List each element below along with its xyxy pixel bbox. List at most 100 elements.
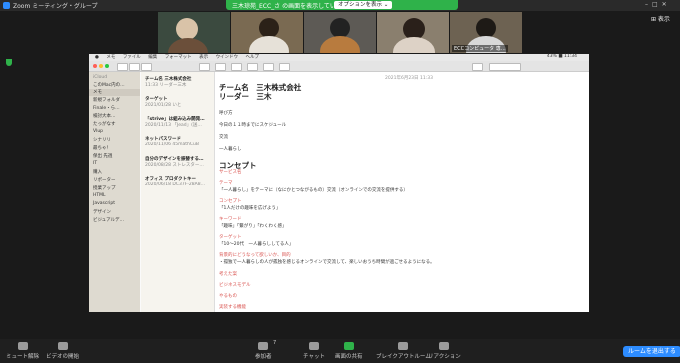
note-date: 2021/01/28 いと: [145, 103, 182, 108]
zoom-window-icon[interactable]: [105, 64, 109, 68]
new-note-icon[interactable]: [215, 63, 226, 71]
sidebar-item[interactable]: 新規フォルダ: [93, 97, 120, 103]
share-banner: 三木琼苑_ECC_さ の画面を表示しています オプションを表示 ⌄: [226, 0, 458, 10]
note-timestamp: 2021年6月23日 11:33: [385, 76, 433, 81]
menu-item[interactable]: ウインドウ: [216, 55, 239, 60]
reactions-button[interactable]: リアクション: [428, 342, 461, 360]
search-field[interactable]: [489, 63, 521, 71]
chat-icon: [308, 342, 319, 350]
sidebar-toggle-icon[interactable]: [117, 63, 128, 71]
note-heading: リーダー 三木: [219, 92, 272, 101]
participant-video[interactable]: [158, 12, 230, 53]
minimize-window-icon[interactable]: [99, 64, 103, 68]
menu-item[interactable]: ヘルプ: [246, 55, 260, 60]
participant-video[interactable]: ECCコンピュータ 専…: [450, 12, 522, 53]
sidebar-item[interactable]: HTML: [93, 193, 106, 198]
participants-label: 参加者: [255, 354, 272, 360]
shared-screen: ● メモ ファイル 編集 フォーマット 表示 ウインドウ ヘルプ 43% ■ 1…: [89, 54, 589, 312]
participant-body: [168, 38, 208, 53]
section-label: 実装する機能: [219, 305, 246, 310]
list-item[interactable]: 自分のデザインを振替する… 2020/08/28 ストレスター…: [145, 156, 213, 168]
breakout-rooms-icon: [398, 342, 409, 350]
menubar-status: 43% ■ 11:34: [546, 54, 577, 59]
sidebar-item[interactable]: Javascript: [93, 201, 115, 206]
section-label: サービス名: [219, 170, 242, 175]
note-line: 一人暮らし: [219, 147, 242, 152]
note-date: 2020/06/18 DC37F-28A8…: [145, 182, 206, 187]
video-label: ビデオの開始: [46, 354, 80, 360]
folder-sidebar: iCloud このMac内の… メモ 新規フォルダ Finale・ら… 検討大本…: [89, 72, 140, 312]
sidebar-item[interactable]: 検討大本…: [93, 113, 116, 119]
note-date: 2020/11/13 「Jead」(送…: [145, 123, 202, 128]
participant-video[interactable]: [377, 12, 449, 53]
mute-button[interactable]: ミュート解除: [6, 342, 39, 360]
sidebar-item[interactable]: このMac内の…: [93, 82, 125, 88]
sidebar-item[interactable]: シナリリ: [93, 137, 111, 143]
menu-item[interactable]: 表示: [199, 55, 208, 60]
note-date: 2020/08/28 ストレスター…: [145, 163, 204, 168]
list-item[interactable]: ネットパスワード 2020/11/06 45mathCuB: [145, 136, 213, 147]
sidebar-item-selected[interactable]: メモ: [89, 89, 140, 96]
note-list: チーム名 三木株式会社 11:33 リーダー三木 ターゲット 2021/01/2…: [141, 72, 215, 312]
view-button[interactable]: ⊞ 表示: [651, 14, 670, 23]
sidebar-item[interactable]: 保出 先週: [93, 153, 112, 159]
window-title: Zoom ミーティング・グループ: [13, 3, 98, 10]
delete-note-icon[interactable]: [199, 63, 210, 71]
chat-label: チャット: [303, 354, 325, 360]
list-item[interactable]: 「strive」は組み込み開発… 2020/11/13 「Jead」(送…: [145, 116, 213, 128]
section-label: 考えた案: [219, 272, 237, 277]
microphone-icon: [17, 342, 28, 350]
menu-item[interactable]: フォーマット: [165, 55, 192, 60]
note-line: 「趣味」「繋がり」「わくわく感」: [219, 224, 287, 229]
sidebar-item[interactable]: 購入: [93, 169, 102, 175]
video-button[interactable]: ビデオの開始: [46, 342, 79, 360]
sidebar-item[interactable]: 授業アップ: [93, 185, 116, 191]
window-controls[interactable]: –□✕: [645, 1, 671, 8]
note-line: 「一人暮らし」をテーマに（なにかとつながるもの）交流（オンラインでの交流を提供す…: [219, 188, 408, 193]
sidebar-item[interactable]: デザイン: [93, 209, 111, 215]
list-item[interactable]: ターゲット 2021/01/28 いと: [145, 96, 213, 108]
breakout-label: ブレイクアウトルーム: [376, 354, 431, 360]
participant-body: [393, 37, 435, 53]
participant-avatar: [330, 18, 350, 38]
sidebar-item[interactable]: たっがなす: [93, 121, 116, 127]
menu-item[interactable]: メモ: [106, 55, 115, 60]
menu-item[interactable]: ファイル: [123, 55, 141, 60]
participant-video[interactable]: [304, 12, 376, 53]
share-screen-icon: [343, 342, 354, 350]
participant-video[interactable]: [231, 12, 303, 53]
leave-room-button[interactable]: ルームを退出する: [623, 346, 680, 357]
close-window-icon[interactable]: [93, 64, 97, 68]
breakout-rooms-button[interactable]: ブレイクアウトルーム: [376, 342, 431, 360]
participants-button[interactable]: 参加者: [255, 342, 272, 360]
list-item[interactable]: オフィス プロダクトキー 2020/06/18 DC37F-28A8…: [145, 176, 213, 187]
chat-button[interactable]: チャット: [303, 342, 325, 360]
options-button[interactable]: オプションを表示 ⌄: [334, 1, 393, 9]
lock-icon[interactable]: [231, 63, 242, 71]
apple-icon: ●: [95, 55, 99, 60]
security-shield-icon: [6, 59, 12, 66]
sidebar-item[interactable]: IT: [93, 161, 97, 166]
checklist-icon[interactable]: [247, 63, 258, 71]
section-label: ビジネスモデル: [219, 283, 251, 288]
list-item[interactable]: チーム名 三木株式会社 11:33 リーダー三木: [145, 76, 213, 88]
share-icon[interactable]: [472, 63, 483, 71]
table-icon[interactable]: [263, 63, 274, 71]
menu-item[interactable]: 編集: [148, 55, 157, 60]
note-line: ・孤独で一人暮らしの人が孤独を感じるオンラインで交流して、楽しいおうち時間が過ご…: [219, 260, 435, 265]
sidebar-item[interactable]: リポーター: [93, 177, 116, 183]
format-icon[interactable]: [279, 63, 290, 71]
sidebar-item[interactable]: Vlup: [93, 129, 103, 134]
sidebar-item[interactable]: 最ちゃ！: [93, 145, 111, 151]
list-view-icon[interactable]: [129, 63, 140, 71]
note-date: 11:33 リーダー三木: [145, 83, 187, 88]
note-line: 「1人だけの趣味を広げよう」: [219, 206, 281, 211]
section-label: キーワード: [219, 217, 242, 222]
sidebar-item[interactable]: ビジュアルデ…: [93, 217, 124, 223]
gallery-view-icon[interactable]: [141, 63, 152, 71]
note-editor[interactable]: 2021年6月23日 11:33 チーム名 三木株式会社 リーダー 三木 呼び方…: [215, 72, 589, 312]
note-date: 2020/11/06 45mathCuB: [145, 142, 199, 147]
sidebar-item[interactable]: Finale・ら…: [93, 105, 120, 111]
participant-body: [320, 36, 360, 53]
share-screen-button[interactable]: 画面の共有: [335, 342, 363, 360]
